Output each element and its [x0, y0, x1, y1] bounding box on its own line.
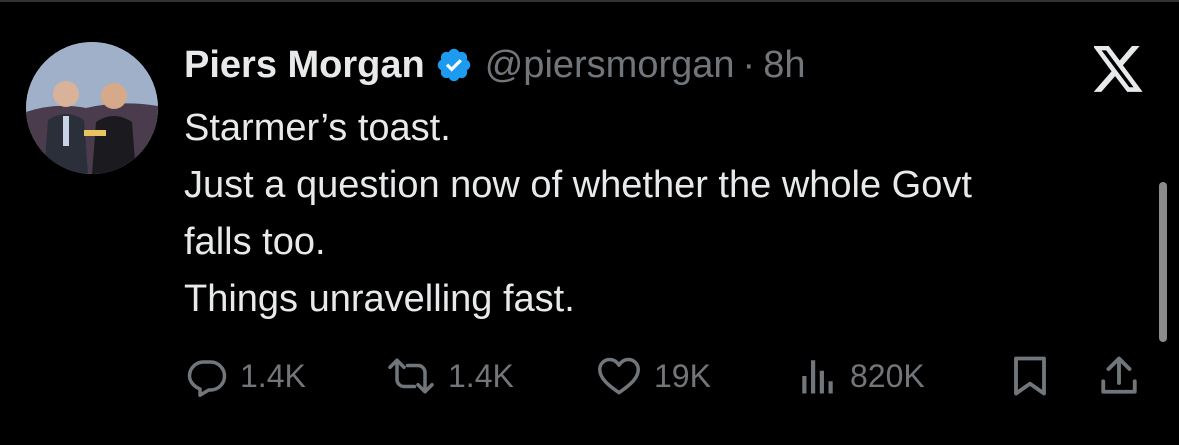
- bookmark-button[interactable]: [1010, 352, 1050, 400]
- repost-button[interactable]: 1.4K: [386, 352, 514, 400]
- views-count: 820K: [850, 357, 925, 394]
- verified-badge-icon: [435, 46, 473, 84]
- avatar-photo: [26, 42, 158, 174]
- x-logo-icon[interactable]: [1092, 46, 1144, 94]
- repost-icon: [386, 355, 436, 397]
- views-button[interactable]: 820K: [798, 352, 925, 400]
- tweet-text: Starmer’s toast. Just a question now of …: [184, 100, 1144, 328]
- author-handle[interactable]: @piersmorgan: [485, 44, 735, 87]
- tweet-line: Things unravelling fast.: [184, 278, 575, 320]
- top-divider: [0, 0, 1179, 2]
- author-name[interactable]: Piers Morgan: [184, 44, 425, 87]
- tweet-line: falls too.: [184, 221, 326, 263]
- scrollbar[interactable]: [1159, 182, 1167, 342]
- reply-icon: [186, 355, 228, 397]
- avatar[interactable]: [26, 42, 158, 174]
- separator-dot: ·: [742, 43, 756, 86]
- reply-button[interactable]: 1.4K: [186, 352, 306, 400]
- timestamp[interactable]: 8h: [763, 44, 805, 87]
- tweet-header: Piers Morgan @piersmorgan · 8h: [184, 40, 805, 90]
- views-icon: [798, 355, 838, 397]
- share-button[interactable]: [1098, 352, 1140, 400]
- bookmark-icon: [1010, 355, 1050, 397]
- like-button[interactable]: 19K: [596, 352, 711, 400]
- tweet-line: Just a question now of whether the whole…: [184, 164, 972, 206]
- share-icon: [1098, 355, 1140, 397]
- repost-count: 1.4K: [448, 357, 514, 394]
- tweet-line: Starmer’s toast.: [184, 107, 451, 149]
- like-count: 19K: [654, 357, 711, 394]
- heart-icon: [596, 355, 642, 397]
- action-bar: 1.4K 1.4K 19K 820K: [186, 352, 1146, 400]
- reply-count: 1.4K: [240, 357, 306, 394]
